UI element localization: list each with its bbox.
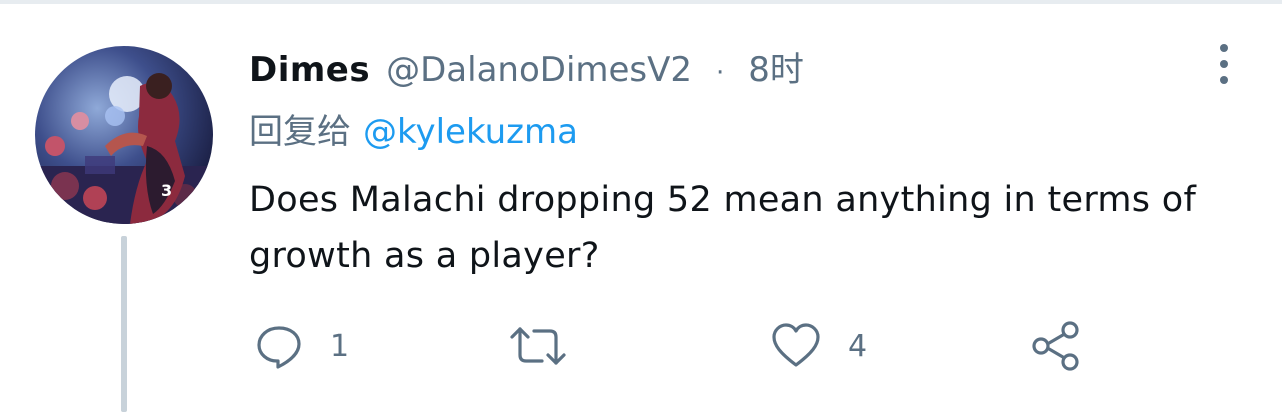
replying-to: 回复给 @kylekuzma — [249, 104, 578, 153]
tweet-actions-bar: 1 4 — [0, 316, 1282, 376]
like-button[interactable]: 4 — [770, 316, 867, 376]
more-options-button[interactable] — [1206, 40, 1242, 88]
reply-prefix-label: 回复给 — [249, 112, 351, 152]
reply-to-mention-link[interactable]: @kylekuzma — [363, 112, 578, 152]
retweet-button[interactable] — [506, 316, 596, 376]
tweet-body-text: Does Malachi dropping 52 mean anything i… — [249, 180, 1197, 276]
user-handle[interactable]: @DalanoDimesV2 — [386, 50, 692, 90]
timestamp[interactable]: 8时 — [748, 42, 804, 91]
svg-text:3: 3 — [161, 181, 172, 200]
tweet-header: Dimes @DalanoDimesV2 · 8时 — [249, 42, 804, 94]
share-button[interactable] — [1030, 316, 1082, 376]
heart-icon — [772, 323, 820, 367]
separator-dot: · — [716, 58, 725, 88]
share-nodes-icon — [1032, 321, 1079, 371]
retweet-arrows-icon — [510, 327, 566, 365]
reply-button[interactable]: 1 — [254, 316, 349, 376]
more-vertical-icon — [1220, 44, 1228, 84]
display-name[interactable]: Dimes — [249, 50, 370, 90]
reply-count: 1 — [330, 328, 350, 364]
like-count: 4 — [848, 328, 868, 364]
speech-bubble-icon — [257, 326, 301, 369]
avatar[interactable]: 3 — [35, 46, 213, 224]
tweet-card[interactable]: 3 Dimes @DalanoDimesV2 · 8时 回复给 @kylekuzm… — [0, 4, 1282, 412]
